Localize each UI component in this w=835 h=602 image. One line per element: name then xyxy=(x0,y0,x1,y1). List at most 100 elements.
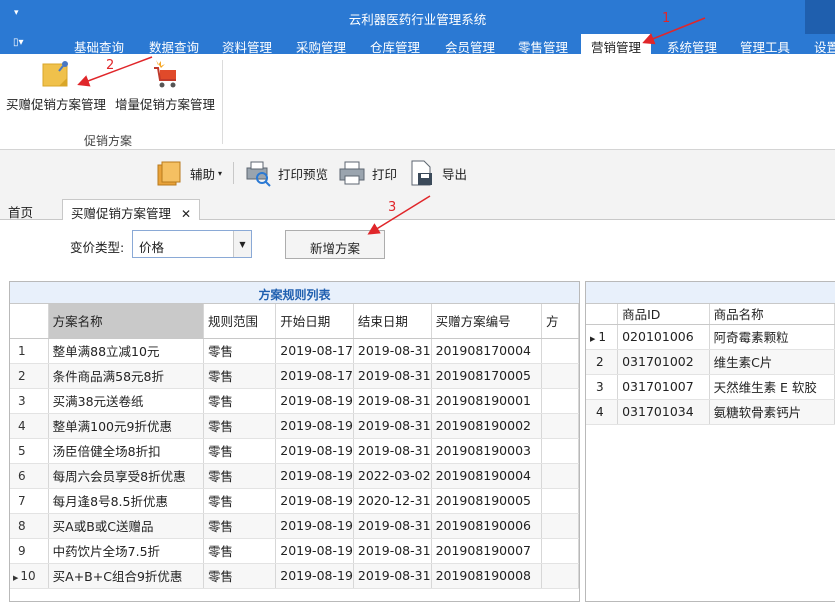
product-name-cell[interactable]: 天然维生素 E 软胶 xyxy=(709,374,835,400)
rule-scope-cell[interactable]: 零售 xyxy=(203,388,277,414)
column-header-extra[interactable]: 方 xyxy=(541,304,579,339)
start-date-cell[interactable]: 2019-08-19 xyxy=(275,513,354,539)
scheme-code-cell[interactable]: 201908190001 xyxy=(431,388,543,414)
product-id-cell[interactable]: 031701002 xyxy=(617,349,710,375)
start-date-cell[interactable]: 2019-08-19 xyxy=(275,388,354,414)
extra-cell[interactable] xyxy=(541,463,579,489)
end-date-cell[interactable]: 2019-08-31 xyxy=(353,388,432,414)
scheme-name-cell[interactable]: 中药饮片全场7.5折 xyxy=(48,538,204,564)
end-date-cell[interactable]: 2019-08-31 xyxy=(353,413,432,439)
start-date-cell[interactable]: 2019-08-19 xyxy=(275,413,354,439)
row-number-cell[interactable]: ▶ 1 xyxy=(586,324,619,350)
row-number-cell[interactable]: ▶ 10 xyxy=(10,563,49,589)
scheme-code-cell[interactable]: 201908190007 xyxy=(431,538,543,564)
column-header-rule-scope[interactable]: 规则范围 xyxy=(203,304,277,339)
chevron-down-icon[interactable]: ▼ xyxy=(233,231,251,257)
extra-cell[interactable] xyxy=(541,513,579,539)
end-date-cell[interactable]: 2019-08-31 xyxy=(353,438,432,464)
table-row[interactable]: 5 汤臣倍健全场8折扣 零售 2019-08-19 2019-08-31 20190819… xyxy=(10,438,579,464)
start-date-cell[interactable]: 2019-08-19 xyxy=(275,463,354,489)
table-row[interactable]: 9 中药饮片全场7.5折 零售 2019-08-19 2019-08-31 2019081… xyxy=(10,538,579,564)
scheme-code-cell[interactable]: 201908190002 xyxy=(431,413,543,439)
end-date-cell[interactable]: 2019-08-31 xyxy=(353,563,432,589)
row-number-cell[interactable]: 8 xyxy=(10,513,49,539)
column-header-product-name[interactable]: 商品名称 xyxy=(709,304,835,325)
column-header-product-id[interactable]: 商品ID xyxy=(617,304,710,325)
start-date-cell[interactable]: 2019-08-17 xyxy=(275,338,354,364)
row-number-cell[interactable]: 7 xyxy=(10,488,49,514)
scheme-name-cell[interactable]: 每周六会员享受8折优惠 xyxy=(48,463,204,489)
rule-scope-cell[interactable]: 零售 xyxy=(203,513,277,539)
row-number-cell[interactable]: 3 xyxy=(586,374,619,400)
column-header-scheme-name[interactable]: 方案名称 xyxy=(48,304,204,339)
column-header-scheme-code[interactable]: 买赠方案编号 xyxy=(431,304,543,339)
scheme-name-cell[interactable]: 买A+B+C组合9折优惠 xyxy=(48,563,204,589)
rule-scope-cell[interactable]: 零售 xyxy=(203,338,277,364)
row-number-cell[interactable]: 9 xyxy=(10,538,49,564)
app-menu-button[interactable]: ▯▾ xyxy=(13,37,41,51)
start-date-cell[interactable]: 2019-08-17 xyxy=(275,363,354,389)
table-row[interactable]: 3 031701007 天然维生素 E 软胶 xyxy=(586,374,835,400)
rule-scope-cell[interactable]: 零售 xyxy=(203,463,277,489)
extra-cell[interactable] xyxy=(541,388,579,414)
start-date-cell[interactable]: 2019-08-19 xyxy=(275,488,354,514)
scheme-name-cell[interactable]: 买满38元送卷纸 xyxy=(48,388,204,414)
extra-cell[interactable] xyxy=(541,538,579,564)
product-id-cell[interactable]: 031701034 xyxy=(617,399,710,425)
start-date-cell[interactable]: 2019-08-19 xyxy=(275,563,354,589)
scheme-name-cell[interactable]: 汤臣倍健全场8折扣 xyxy=(48,438,204,464)
print-preview-button[interactable]: 打印预览 xyxy=(244,158,328,188)
table-row[interactable]: 4 整单满100元9折优惠 零售 2019-08-19 2019-08-31 201908… xyxy=(10,413,579,439)
scheme-code-cell[interactable]: 201908170005 xyxy=(431,363,543,389)
extra-cell[interactable] xyxy=(541,438,579,464)
table-row[interactable]: 8 买A或B或C送赠品 零售 2019-08-19 2019-08-31 20190819… xyxy=(10,513,579,539)
price-change-type-select[interactable]: 价格 ▼ xyxy=(132,230,252,258)
product-name-cell[interactable]: 阿奇霉素颗粒 xyxy=(709,324,835,350)
end-date-cell[interactable]: 2019-08-31 xyxy=(353,363,432,389)
rule-scope-cell[interactable]: 零售 xyxy=(203,563,277,589)
close-icon[interactable]: ✕ xyxy=(181,207,191,221)
table-row[interactable]: 2 条件商品满58元8折 零售 2019-08-17 2019-08-31 2019081… xyxy=(10,363,579,389)
table-row[interactable]: ▶ 1 020101006 阿奇霉素颗粒 xyxy=(586,324,835,350)
table-row[interactable]: 4 031701034 氨糖软骨素钙片 xyxy=(586,399,835,425)
product-name-cell[interactable]: 氨糖软骨素钙片 xyxy=(709,399,835,425)
row-number-cell[interactable]: 4 xyxy=(586,399,619,425)
scheme-name-cell[interactable]: 每月逢8号8.5折优惠 xyxy=(48,488,204,514)
buy-gift-promotion-button[interactable]: 买赠促销方案管理 xyxy=(6,58,106,113)
rule-scope-cell[interactable]: 零售 xyxy=(203,363,277,389)
table-row[interactable]: 6 每周六会员享受8折优惠 零售 2019-08-19 2022-03-02 201908… xyxy=(10,463,579,489)
table-row[interactable]: 2 031701002 维生素C片 xyxy=(586,349,835,375)
doc-tab-home[interactable]: 首页 xyxy=(0,199,41,220)
end-date-cell[interactable]: 2020-12-31 xyxy=(353,488,432,514)
extra-cell[interactable] xyxy=(541,413,579,439)
row-number-cell[interactable]: 2 xyxy=(10,363,49,389)
new-scheme-button[interactable]: 新增方案 xyxy=(285,230,385,259)
scheme-code-cell[interactable]: 201908190008 xyxy=(431,563,543,589)
scheme-name-cell[interactable]: 买A或B或C送赠品 xyxy=(48,513,204,539)
table-row[interactable]: 7 每月逢8号8.5折优惠 零售 2019-08-19 2020-12-31 201908… xyxy=(10,488,579,514)
rule-scope-cell[interactable]: 零售 xyxy=(203,413,277,439)
increment-promotion-button[interactable]: 增量促销方案管理 xyxy=(115,58,215,113)
row-number-cell[interactable]: 2 xyxy=(586,349,619,375)
table-row[interactable]: 3 买满38元送卷纸 零售 2019-08-19 2019-08-31 201908190… xyxy=(10,388,579,414)
assist-dropdown-button[interactable]: 辅助 ▾ xyxy=(156,158,222,188)
row-number-cell[interactable]: 4 xyxy=(10,413,49,439)
rule-scope-cell[interactable]: 零售 xyxy=(203,438,277,464)
export-button[interactable]: 导出 xyxy=(408,158,467,188)
column-header-end-date[interactable]: 结束日期 xyxy=(353,304,432,339)
extra-cell[interactable] xyxy=(541,563,579,589)
table-row[interactable]: 1 整单满88立减10元 零售 2019-08-17 2019-08-31 2019081… xyxy=(10,338,579,364)
doc-tab-buy-gift-management[interactable]: 买赠促销方案管理 ✕ xyxy=(62,199,201,221)
extra-cell[interactable] xyxy=(541,363,579,389)
product-id-cell[interactable]: 020101006 xyxy=(617,324,710,350)
scheme-name-cell[interactable]: 整单满100元9折优惠 xyxy=(48,413,204,439)
rule-scope-cell[interactable]: 零售 xyxy=(203,488,277,514)
product-id-cell[interactable]: 031701007 xyxy=(617,374,710,400)
end-date-cell[interactable]: 2019-08-31 xyxy=(353,538,432,564)
end-date-cell[interactable]: 2022-03-02 xyxy=(353,463,432,489)
start-date-cell[interactable]: 2019-08-19 xyxy=(275,538,354,564)
rule-scope-cell[interactable]: 零售 xyxy=(203,538,277,564)
row-number-cell[interactable]: 1 xyxy=(10,338,49,364)
start-date-cell[interactable]: 2019-08-19 xyxy=(275,438,354,464)
scheme-code-cell[interactable]: 201908170004 xyxy=(431,338,543,364)
